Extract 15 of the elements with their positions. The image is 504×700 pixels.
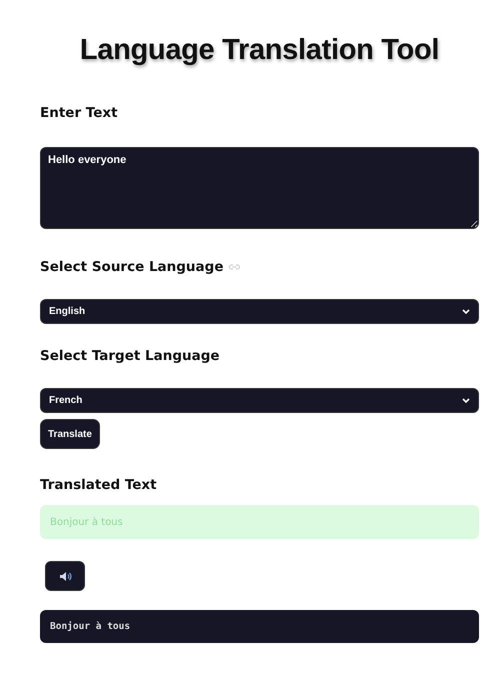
- success-message: Bonjour à tous: [40, 505, 479, 539]
- field-label: Select Target Language: [40, 348, 221, 364]
- chevron-down-icon: [462, 398, 470, 404]
- source-language-select[interactable]: English: [40, 299, 479, 324]
- code-output: Bonjour à tous: [40, 610, 479, 643]
- audio-play-button[interactable]: [45, 561, 85, 591]
- page-title: Language Translation Tool: [78, 34, 440, 67]
- chevron-down-icon: [462, 308, 470, 314]
- text-input[interactable]: Hello everyone: [40, 147, 479, 229]
- field-label: Enter Text: [40, 105, 119, 121]
- section-label: Translated Text: [40, 477, 158, 493]
- speaker-icon: [58, 570, 72, 582]
- translate-button[interactable]: Translate: [40, 419, 100, 449]
- field-label: Select Source Language: [40, 259, 224, 275]
- target-language-select[interactable]: French: [40, 388, 479, 413]
